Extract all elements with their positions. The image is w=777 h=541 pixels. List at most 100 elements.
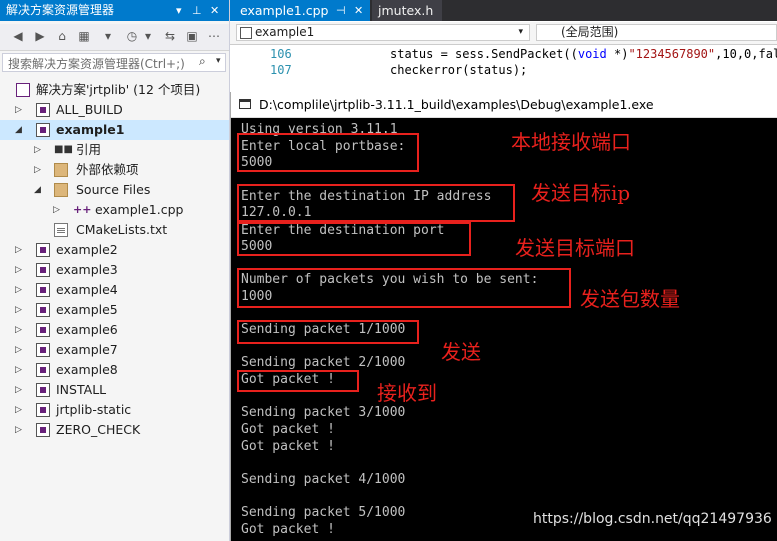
- annotation-label: 发送目标ip: [531, 181, 631, 205]
- chevron-down-icon[interactable]: ▾: [216, 56, 221, 66]
- tree-item-label: example7: [56, 342, 118, 357]
- annotation-box: [237, 370, 359, 392]
- tree-item-project[interactable]: ▷ ZERO_CHECK: [0, 420, 229, 440]
- expand-arrow-icon[interactable]: ▷: [15, 380, 22, 400]
- tree-item-solution[interactable]: 解决方案'jrtplib' (12 个项目): [0, 80, 229, 100]
- tab-jmutex-h[interactable]: jmutex.h: [372, 0, 442, 21]
- tree-item-label: ZERO_CHECK: [56, 422, 141, 437]
- tab-label: example1.cpp: [240, 3, 329, 18]
- code-line: status = sess.SendPacket((void *)"123456…: [390, 47, 777, 61]
- console-line: Sending packet 4/1000: [241, 472, 406, 487]
- tree-item-project[interactable]: ▷ example3: [0, 260, 229, 280]
- line-number: 107: [270, 63, 292, 77]
- tree-item-file[interactable]: CMakeLists.txt: [0, 220, 229, 240]
- tree-item-label: example3: [56, 262, 118, 277]
- project-icon: [36, 283, 50, 297]
- tab-example1-cpp[interactable]: example1.cpp ⊣ ✕: [230, 0, 370, 21]
- solution-search-input[interactable]: 搜索解决方案资源管理器(Ctrl+;) ⌕ ▾: [2, 53, 226, 72]
- dropdown-icon[interactable]: ▾: [140, 28, 156, 44]
- collapse-arrow-icon[interactable]: ◢: [15, 120, 22, 140]
- editor-tab-bar: example1.cpp ⊣ ✕ jmutex.h: [230, 0, 777, 21]
- tree-item-project[interactable]: ▷ ALL_BUILD: [0, 100, 229, 120]
- expand-arrow-icon[interactable]: ▷: [15, 400, 22, 420]
- tree-item-label: example8: [56, 362, 118, 377]
- expand-arrow-icon[interactable]: ▷: [15, 420, 22, 440]
- project-icon: [36, 383, 50, 397]
- annotation-label: 本地接收端口: [511, 130, 631, 154]
- dropdown-value: example1: [255, 25, 315, 39]
- tree-item-label: jrtplib-static: [56, 402, 132, 417]
- tree-item-project-selected[interactable]: ◢ example1: [0, 120, 229, 140]
- tree-item-label: example4: [56, 282, 118, 297]
- project-icon: [36, 423, 50, 437]
- console-line: Sending packet 3/1000: [241, 405, 406, 420]
- console-window[interactable]: D:\complile\jrtplib-3.11.1_build\example…: [230, 92, 777, 541]
- history-icon[interactable]: ◷: [124, 28, 140, 44]
- close-icon[interactable]: ✕: [210, 0, 219, 21]
- tree-item-project[interactable]: ▷ example6: [0, 320, 229, 340]
- console-window-icon: [239, 99, 251, 109]
- tree-item-label: INSTALL: [56, 382, 107, 397]
- project-icon: [36, 403, 50, 417]
- external-dependencies-icon: [54, 163, 68, 177]
- expand-arrow-icon[interactable]: ▷: [15, 240, 22, 260]
- home-icon[interactable]: ⌂: [54, 28, 70, 44]
- switch-views-icon[interactable]: ▦: [76, 28, 92, 44]
- tree-item-project[interactable]: ▷ jrtplib-static: [0, 400, 229, 420]
- solution-explorer-titlebar: 解决方案资源管理器 ▾ ⊥ ✕: [0, 0, 229, 21]
- annotation-box: [237, 184, 515, 222]
- expand-arrow-icon[interactable]: ▷: [34, 160, 41, 180]
- project-icon: [240, 27, 252, 39]
- expand-arrow-icon[interactable]: ▷: [53, 200, 60, 220]
- search-icon[interactable]: ⌕: [199, 54, 206, 69]
- folder-icon: [54, 183, 68, 197]
- panel-title: 解决方案资源管理器: [6, 3, 115, 17]
- expand-arrow-icon[interactable]: ▷: [15, 340, 22, 360]
- sync-icon[interactable]: ⇆: [162, 28, 178, 44]
- global-scope-dropdown[interactable]: (全局范围): [536, 24, 777, 41]
- tree-item-references[interactable]: ▷ ■■ 引用: [0, 140, 229, 160]
- tree-item-external-deps[interactable]: ▷ 外部依赖项: [0, 160, 229, 180]
- project-scope-dropdown[interactable]: example1 ▾: [236, 24, 530, 41]
- tree-item-project[interactable]: ▷ example4: [0, 280, 229, 300]
- tree-item-label: 解决方案'jrtplib' (12 个项目): [36, 82, 201, 97]
- collapse-arrow-icon[interactable]: ◢: [34, 180, 41, 200]
- expand-arrow-icon[interactable]: ▷: [15, 360, 22, 380]
- tree-item-project[interactable]: ▷ example5: [0, 300, 229, 320]
- tree-item-file[interactable]: ▷ ++ example1.cpp: [0, 200, 229, 220]
- line-number: 106: [270, 47, 292, 61]
- tree-item-project[interactable]: ▷ example8: [0, 360, 229, 380]
- tree-item-label: example5: [56, 302, 118, 317]
- expand-arrow-icon[interactable]: ▷: [15, 280, 22, 300]
- expand-arrow-icon[interactable]: ▷: [15, 100, 22, 120]
- dropdown-value: (全局范围): [561, 25, 619, 39]
- code-area[interactable]: 106 status = sess.SendPacket((void *)"12…: [230, 45, 777, 92]
- code-line: checkerror(status);: [390, 63, 528, 77]
- expand-arrow-icon[interactable]: ▷: [15, 300, 22, 320]
- chevron-down-icon[interactable]: ▾: [176, 0, 182, 21]
- forward-icon[interactable]: ▶: [32, 28, 48, 44]
- chevron-down-icon[interactable]: ▾: [518, 25, 523, 40]
- expand-arrow-icon[interactable]: ▷: [34, 140, 41, 160]
- pin-icon[interactable]: ⊥: [192, 0, 202, 21]
- back-icon[interactable]: ◀: [10, 28, 26, 44]
- tree-item-project[interactable]: ▷ INSTALL: [0, 380, 229, 400]
- tree-item-project[interactable]: ▷ example7: [0, 340, 229, 360]
- tree-item-label: Source Files: [76, 182, 151, 197]
- tree-item-folder[interactable]: ◢ Source Files: [0, 180, 229, 200]
- console-line: Got packet !: [241, 522, 335, 537]
- dropdown-icon[interactable]: ▾: [100, 28, 116, 44]
- tree-item-project[interactable]: ▷ example2: [0, 240, 229, 260]
- collapse-all-icon[interactable]: ▣: [184, 28, 200, 44]
- annotation-label: 发送目标端口: [515, 236, 635, 260]
- project-icon: [36, 123, 50, 137]
- expand-arrow-icon[interactable]: ▷: [15, 320, 22, 340]
- annotation-label: 接收到: [377, 381, 437, 405]
- expand-arrow-icon[interactable]: ▷: [15, 260, 22, 280]
- pin-icon[interactable]: ⊣: [336, 0, 346, 21]
- code-editor: example1.cpp ⊣ ✕ jmutex.h example1 ▾ (全局…: [230, 0, 777, 92]
- close-icon[interactable]: ✕: [354, 0, 363, 21]
- console-title: D:\complile\jrtplib-3.11.1_build\example…: [259, 97, 654, 112]
- more-icon[interactable]: ⋯: [206, 28, 222, 44]
- annotation-box: [237, 222, 471, 256]
